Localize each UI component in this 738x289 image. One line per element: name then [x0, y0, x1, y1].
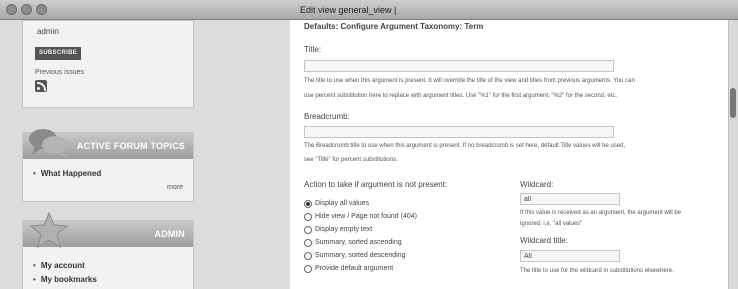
radio-button[interactable]: [304, 225, 312, 234]
breadcrumb-input[interactable]: [304, 126, 614, 138]
wildcard-title-help: The title to use for the wildcard in sub…: [520, 268, 674, 274]
radio-label: Provide default argument: [315, 265, 394, 272]
sidebar: admin SUBSCRIBE Previous issues ACTIVE F…: [0, 20, 212, 289]
close-window-button[interactable]: [6, 4, 17, 15]
radio-label: Hide view / Page not found (404): [315, 213, 417, 220]
radio-option[interactable]: Display all values: [304, 198, 369, 209]
action-label: Action to take if argument is not presen…: [304, 180, 448, 189]
form-heading: Defaults: Configure Argument Taxonomy: T…: [304, 22, 484, 31]
subscribe-button[interactable]: SUBSCRIBE: [35, 47, 81, 60]
radio-label: Summary, sorted ascending: [315, 239, 402, 246]
title-input[interactable]: [304, 60, 614, 72]
breadcrumb-help-line-1: The Breadcrumb title to use when this ar…: [304, 143, 626, 149]
title-help-line-2: use percent substitution here to replace…: [304, 93, 618, 99]
window-title: Edit view general_view |: [300, 5, 397, 15]
zoom-window-button[interactable]: [36, 4, 47, 15]
argument-config-form: Defaults: Configure Argument Taxonomy: T…: [290, 20, 730, 289]
wildcard-label: Wildcard:: [520, 180, 554, 189]
sidebar-item-my-account[interactable]: My account: [33, 261, 85, 270]
wildcard-help-line-1: If this value is received as an argument…: [520, 210, 682, 216]
window-controls: [6, 4, 47, 15]
wildcard-help-line-2: ignored; i.e, "all values": [520, 221, 583, 227]
rss-icon[interactable]: [35, 80, 47, 92]
user-block: admin SUBSCRIBE Previous issues: [22, 20, 194, 108]
radio-label: Display all values: [315, 200, 370, 207]
scrollbar-thumb[interactable]: [730, 88, 736, 118]
radio-label: Display empty text: [315, 226, 373, 233]
minimize-window-button[interactable]: [21, 4, 32, 15]
wildcard-title-label: Wildcard title:: [520, 236, 569, 245]
radio-button[interactable]: [304, 212, 312, 221]
window-titlebar: Edit view general_view |: [0, 0, 738, 20]
radio-button[interactable]: [304, 264, 312, 273]
radio-button[interactable]: [304, 238, 312, 247]
sidebar-item-my-bookmarks[interactable]: My bookmarks: [33, 275, 97, 284]
chat-bubbles-icon: [29, 129, 68, 158]
wildcard-title-input[interactable]: [520, 250, 620, 262]
radio-option[interactable]: Hide view / Page not found (404): [304, 211, 417, 222]
radio-button[interactable]: [304, 251, 312, 260]
radio-label: Summary, sorted descending: [315, 252, 406, 259]
wildcard-input[interactable]: [520, 193, 620, 205]
radio-option[interactable]: Summary, sorted ascending: [304, 237, 402, 248]
breadcrumb-help-line-2: see "Title" for percent substitutions.: [304, 157, 398, 163]
forum-more-link[interactable]: more: [167, 184, 183, 191]
breadcrumb-label: Breadcrumb:: [304, 112, 350, 121]
title-label: Title:: [304, 45, 322, 54]
admin-block: ADMIN My account My bookmarks: [22, 211, 194, 289]
radio-option[interactable]: Summary, sorted descending: [304, 250, 406, 261]
vertical-scrollbar[interactable]: [728, 20, 738, 289]
forum-topic-link[interactable]: What Happened: [33, 169, 101, 178]
star-icon: [29, 211, 69, 249]
title-help-line-1: The title to use when this argument is p…: [304, 78, 635, 84]
radio-option[interactable]: Provide default argument: [304, 263, 393, 274]
radio-button[interactable]: [304, 199, 312, 208]
radio-option[interactable]: Display empty text: [304, 224, 372, 235]
username-label: admin: [37, 27, 59, 36]
active-forum-block: ACTIVE FORUM TOPICS What Happened more: [22, 129, 194, 202]
previous-issues-link[interactable]: Previous issues: [35, 69, 84, 76]
